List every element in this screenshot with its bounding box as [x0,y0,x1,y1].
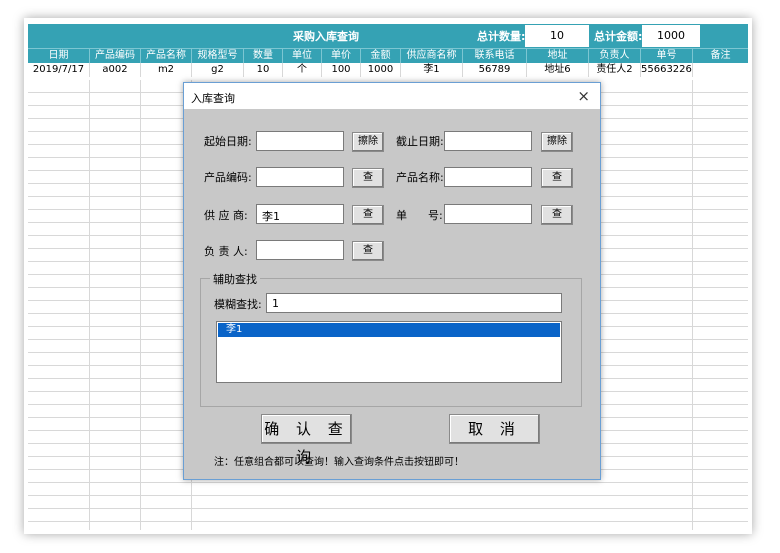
cell-person[interactable]: 责任人2 [589,63,641,77]
cell-phone[interactable]: 56789 [463,63,527,77]
col-header-person[interactable]: 负责人 [589,49,641,63]
product-code-label: 产品编码: [204,171,252,184]
list-item[interactable]: 李1 [218,323,560,337]
cell-product-code[interactable]: a002 [90,63,141,77]
close-icon[interactable]: × [577,87,590,105]
confirm-query-button[interactable]: 确 认 查 询 [261,414,352,466]
col-header-order-no[interactable]: 单号 [641,49,693,63]
col-header-address[interactable]: 地址 [527,49,589,63]
result-listbox[interactable]: 李1 [216,321,562,383]
total-amount-label: 总计金额: [594,30,643,43]
col-header-spec[interactable]: 规格型号 [192,49,244,63]
cell-supplier[interactable]: 李1 [401,63,463,77]
product-name-label: 产品名称: [396,171,444,184]
dialog-title: 入库查询 [191,92,235,105]
cancel-button[interactable]: 取 消 [449,414,540,444]
cell-amount[interactable]: 1000 [361,63,401,77]
order-no-label: 单 号: [396,209,443,222]
title-row: 采购入库查询 总计数量: 10 总计金额: 1000 [28,24,748,48]
clear-end-date-button[interactable]: 擦除 [541,132,573,152]
cell-remark[interactable] [693,63,748,77]
cell-product-name[interactable]: m2 [141,63,192,77]
start-date-input[interactable] [256,131,344,151]
cell-date[interactable]: 2019/7/17 [28,63,90,77]
supplier-input[interactable]: 李1 [256,204,344,224]
fuzzy-search-input[interactable]: 1 [266,293,562,313]
cell-order-no[interactable]: 556632266 [641,63,693,77]
query-supplier-button[interactable]: 查 [352,205,384,225]
col-header-qty[interactable]: 数量 [244,49,283,63]
start-date-label: 起始日期: [204,135,252,148]
col-header-product-name[interactable]: 产品名称 [141,49,192,63]
cell-price[interactable]: 100 [322,63,361,77]
col-header-product-code[interactable]: 产品编码 [90,49,141,63]
cell-qty[interactable]: 10 [244,63,283,77]
dialog-titlebar[interactable]: 入库查询 × [184,83,600,109]
query-order-no-button[interactable]: 查 [541,205,573,225]
col-header-amount[interactable]: 金额 [361,49,401,63]
col-header-unit[interactable]: 单位 [283,49,322,63]
person-input[interactable] [256,240,344,260]
assist-search-label: 辅助查找 [210,271,260,287]
inbound-query-dialog: 入库查询 × 起始日期: 擦除 截止日期: 擦除 产品编码: 查 产品名称: 查… [183,82,601,480]
table-row[interactable]: 2019/7/17 a002 m2 g2 10 个 100 1000 李1 56… [28,63,748,77]
query-person-button[interactable]: 查 [352,241,384,261]
end-date-input[interactable] [444,131,532,151]
product-name-input[interactable] [444,167,532,187]
order-no-input[interactable] [444,204,532,224]
cell-address[interactable]: 地址6 [527,63,589,77]
sheet-title: 采购入库查询 [293,30,359,43]
col-header-phone[interactable]: 联系电话 [463,49,527,63]
header-row: 日期 产品编码 产品名称 规格型号 数量 单位 单价 金额 供应商名称 联系电话… [28,48,748,63]
query-product-code-button[interactable]: 查 [352,168,384,188]
cell-spec[interactable]: g2 [192,63,244,77]
total-amount-value[interactable]: 1000 [642,25,700,47]
supplier-label: 供 应 商: [204,209,248,222]
total-qty-value[interactable]: 10 [525,25,589,47]
product-code-input[interactable] [256,167,344,187]
cell-unit[interactable]: 个 [283,63,322,77]
usage-note: 注：任意组合都可以查询！输入查询条件点击按钮即可！ [214,457,464,468]
clear-start-date-button[interactable]: 擦除 [352,132,384,152]
col-header-price[interactable]: 单价 [322,49,361,63]
col-header-date[interactable]: 日期 [28,49,90,63]
end-date-label: 截止日期: [396,135,444,148]
person-label: 负 责 人: [204,245,248,258]
query-product-name-button[interactable]: 查 [541,168,573,188]
fuzzy-search-label: 模糊查找: [214,298,262,311]
total-qty-label: 总计数量: [477,30,526,43]
col-header-remark[interactable]: 备注 [693,49,748,63]
col-header-supplier[interactable]: 供应商名称 [401,49,463,63]
